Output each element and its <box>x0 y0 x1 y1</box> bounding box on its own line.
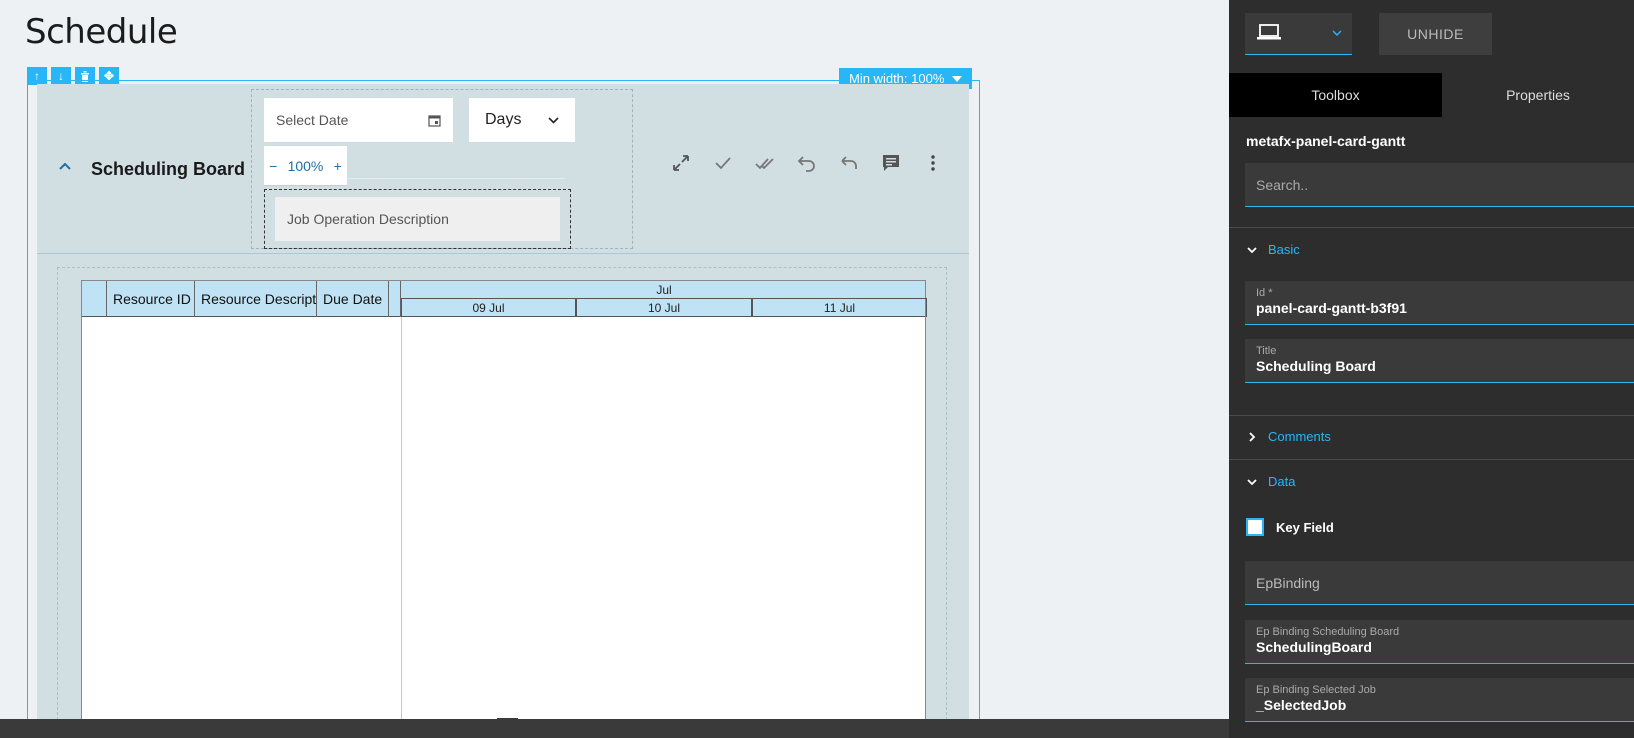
chevron-down-icon <box>1247 246 1257 253</box>
calendar-icon[interactable] <box>428 114 441 127</box>
ep-binding-scheduling-board-value: SchedulingBoard <box>1256 639 1372 655</box>
page-title: Schedule <box>25 12 178 52</box>
unhide-button[interactable]: UNHIDE <box>1379 13 1492 55</box>
ep-binding-selected-job-label: Ep Binding Selected Job <box>1256 684 1376 696</box>
device-select[interactable] <box>1245 13 1352 55</box>
timeline-month: Jul <box>401 281 927 299</box>
gantt-header: Resource ID Resource Description Due Dat… <box>82 281 927 317</box>
undo-all-icon[interactable] <box>838 152 860 174</box>
column-header-due-date[interactable]: Due Date <box>317 281 389 317</box>
id-field[interactable]: Id * panel-card-gantt-b3f91 <box>1245 281 1634 325</box>
timeline-day: 10 Jul <box>576 299 752 317</box>
more-vertical-icon[interactable] <box>922 152 944 174</box>
column-spacer <box>389 281 401 317</box>
card-title: Scheduling Board <box>91 159 246 179</box>
zoom-control: − 100% + <box>264 146 347 186</box>
resize-handle[interactable] <box>497 718 518 721</box>
job-description-label: Job Operation Description <box>287 211 449 227</box>
title-field-value: Scheduling Board <box>1256 358 1376 374</box>
check-icon[interactable] <box>712 152 734 174</box>
ep-binding-selected-job-value: _SelectedJob <box>1256 697 1347 713</box>
section-basic[interactable]: Basic <box>1246 242 1300 257</box>
ep-binding-placeholder: EpBinding <box>1256 575 1320 591</box>
ep-binding-field[interactable]: EpBinding <box>1245 561 1634 605</box>
double-check-icon[interactable] <box>754 152 776 174</box>
divider <box>1229 227 1634 228</box>
tab-toolbox[interactable]: Toolbox <box>1229 73 1442 117</box>
job-description-container: Job Operation Description <box>264 189 571 249</box>
grid-split-divider[interactable] <box>401 317 402 722</box>
properties-panel: UNHIDE Toolbox Properties metafx-panel-c… <box>1229 0 1634 738</box>
gantt-grid: Resource ID Resource Description Due Dat… <box>81 280 927 722</box>
row-selector-header[interactable] <box>82 281 107 317</box>
section-data-label: Data <box>1268 474 1296 489</box>
card-actions <box>670 152 944 174</box>
chevron-right-icon <box>1249 431 1256 442</box>
section-comments[interactable]: Comments <box>1246 429 1331 444</box>
comment-icon[interactable] <box>880 152 902 174</box>
section-data[interactable]: Data <box>1246 474 1295 489</box>
date-input-placeholder: Select Date <box>276 112 349 128</box>
section-comments-label: Comments <box>1268 429 1331 444</box>
key-field-label: Key Field <box>1276 519 1334 535</box>
header-controls: Select Date Days − 100% + Job Operation … <box>251 89 633 249</box>
column-header-resource-id[interactable]: Resource ID <box>107 281 195 317</box>
ep-binding-selected-job-field[interactable]: Ep Binding Selected Job _SelectedJob <box>1245 678 1634 722</box>
undo-icon[interactable] <box>796 152 818 174</box>
title-field[interactable]: Title Scheduling Board <box>1245 339 1634 383</box>
section-basic-label: Basic <box>1268 242 1300 257</box>
key-field-row: Key Field <box>1246 518 1334 536</box>
view-mode-select[interactable]: Days <box>469 98 575 142</box>
ep-binding-scheduling-board-field[interactable]: Ep Binding Scheduling Board SchedulingBo… <box>1245 620 1634 664</box>
id-field-label: Id * <box>1256 287 1273 299</box>
view-mode-value: Days <box>485 111 522 128</box>
key-field-checkbox[interactable] <box>1246 518 1264 536</box>
id-field-value: panel-card-gantt-b3f91 <box>1256 300 1407 316</box>
bottom-bar <box>0 719 1229 738</box>
divider <box>1229 459 1634 460</box>
panel-tabs: Toolbox Properties <box>1229 73 1634 117</box>
job-description-field[interactable]: Job Operation Description <box>275 197 560 241</box>
laptop-icon <box>1257 24 1281 40</box>
divider <box>1229 415 1634 416</box>
zoom-out-button[interactable]: − <box>269 158 277 174</box>
chevron-down-icon <box>1332 30 1342 36</box>
search-placeholder: Search.. <box>1256 176 1309 193</box>
ep-binding-scheduling-board-label: Ep Binding Scheduling Board <box>1256 626 1400 638</box>
zoom-value: 100% <box>287 157 324 174</box>
search-input[interactable]: Search.. <box>1245 163 1634 207</box>
date-input[interactable]: Select Date <box>264 98 453 142</box>
scheduling-board-card: Scheduling Board Select Date Days − 100%… <box>37 84 969 722</box>
zoom-in-button[interactable]: + <box>334 158 342 174</box>
column-header-resource-description[interactable]: Resource Description <box>195 281 317 317</box>
chevron-up-icon[interactable] <box>59 160 71 172</box>
tab-properties[interactable]: Properties <box>1442 73 1634 117</box>
title-field-label: Title <box>1256 345 1277 357</box>
chevron-down-icon <box>548 116 559 124</box>
divider <box>347 178 565 179</box>
gantt-area: Resource ID Resource Description Due Dat… <box>57 267 947 722</box>
timeline-day: 09 Jul <box>401 299 576 317</box>
expand-icon[interactable] <box>670 152 692 174</box>
timeline-day: 11 Jul <box>752 299 927 317</box>
caret-down-icon <box>952 75 963 82</box>
component-name: metafx-panel-card-gantt <box>1246 133 1406 149</box>
chevron-down-icon <box>1247 478 1257 485</box>
card-header: Scheduling Board Select Date Days − 100%… <box>37 84 969 254</box>
